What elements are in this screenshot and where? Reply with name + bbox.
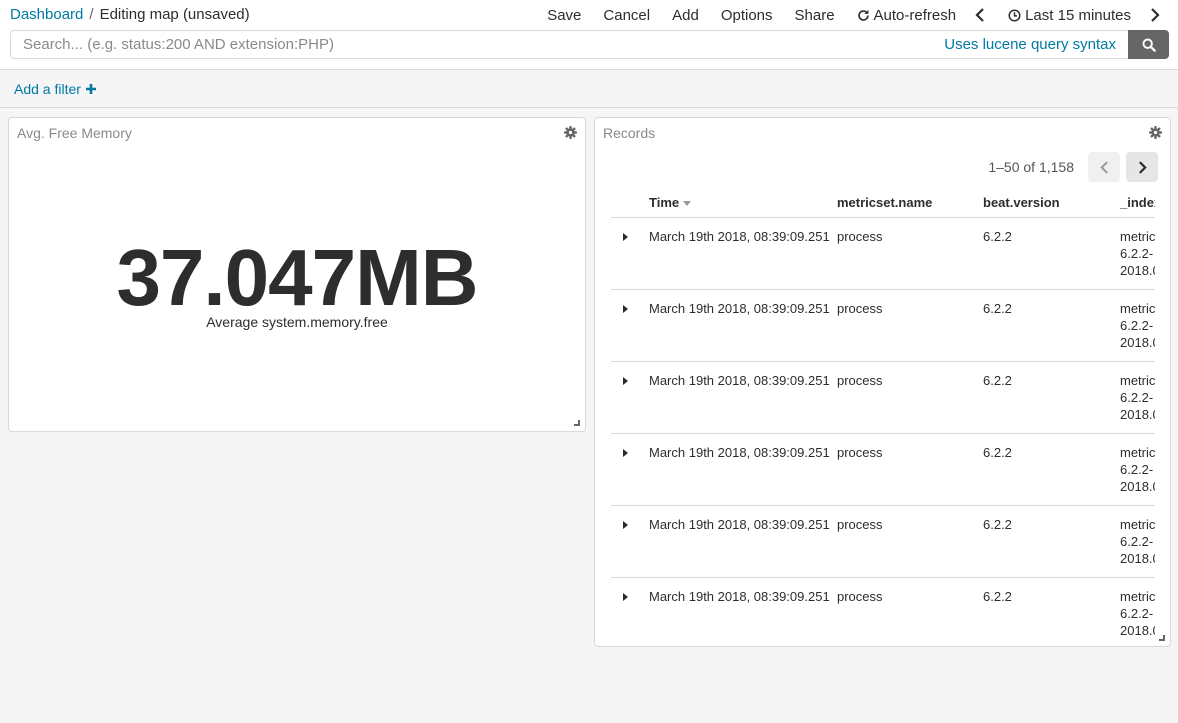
auto-refresh-label: Auto-refresh [873, 6, 957, 24]
time-back-button[interactable] [967, 8, 997, 22]
pagination: 1–50 of 1,158 [988, 152, 1158, 182]
add-filter-label: Add a filter [14, 81, 81, 97]
cell-time: March 19th 2018, 08:39:09.251 [649, 588, 830, 604]
column-header-index[interactable]: _index [1120, 188, 1155, 218]
cell-index: metric6.2.2-2018.0 [1120, 588, 1155, 638]
cell-index: metric6.2.2-2018.0 [1120, 361, 1155, 434]
records-panel-title: Records [603, 125, 656, 141]
breadcrumb: Dashboard / Editing map (unsaved) [10, 6, 250, 23]
chevron-right-icon [1138, 160, 1147, 174]
cell-index: metric6.2.2-2018.0 [1120, 289, 1155, 362]
expand-column-header [611, 188, 649, 218]
gear-icon[interactable] [564, 126, 577, 139]
table-row: March 19th 2018, 08:39:09.251 process 6.… [611, 361, 1155, 434]
lucene-syntax-link[interactable]: Uses lucene query syntax [944, 36, 1116, 53]
clock-icon [1008, 8, 1021, 22]
top-nav-bar: Dashboard / Editing map (unsaved) Save Can… [0, 0, 1178, 30]
caret-right-icon[interactable] [623, 520, 628, 529]
cancel-button[interactable]: Cancel [592, 7, 661, 24]
add-filter-button[interactable]: Add a filter [14, 81, 96, 97]
plus-icon [85, 84, 96, 94]
cell-beat-version: 6.2.2 [983, 588, 1012, 604]
caret-right-icon[interactable] [623, 232, 628, 241]
table-row: March 19th 2018, 08:39:09.251 process 6.… [611, 433, 1155, 506]
time-forward-button[interactable] [1142, 8, 1172, 22]
previous-page-button[interactable] [1088, 152, 1120, 182]
resize-handle-icon[interactable] [574, 420, 580, 426]
top-menu: Save Cancel Add Options Share Auto-refre… [536, 0, 1172, 30]
table-row: March 19th 2018, 08:39:09.251 process 6.… [611, 289, 1155, 362]
sort-down-icon[interactable] [683, 200, 692, 206]
records-panel: Records 1–50 of 1,158 Time metricset.nam… [594, 117, 1171, 647]
table-row: March 19th 2018, 08:39:09.251 process 6.… [611, 577, 1155, 638]
cell-beat-version: 6.2.2 [983, 433, 1120, 506]
cell-index: metric6.2.2-2018.0 [1120, 433, 1155, 506]
cell-index: metric6.2.2-2018.0 [1120, 505, 1155, 578]
cell-time: March 19th 2018, 08:39:09.251 [649, 217, 837, 290]
pagination-text: 1–50 of 1,158 [988, 159, 1074, 175]
query-bar: Uses lucene query syntax [0, 30, 1178, 70]
metric-label: Average system.memory.free [206, 314, 388, 330]
cell-time: March 19th 2018, 08:39:09.251 [649, 433, 837, 506]
table-row: March 19th 2018, 08:39:09.251 process 6.… [611, 505, 1155, 578]
cell-time: March 19th 2018, 08:39:09.251 [649, 289, 837, 362]
chevron-left-icon [1099, 160, 1108, 174]
chevron-right-icon [1151, 8, 1160, 22]
time-range-label: Last 15 minutes [1025, 6, 1131, 24]
metric-panel-title: Avg. Free Memory [17, 125, 132, 141]
table-row: March 19th 2018, 08:39:09.251 process 6.… [611, 217, 1155, 290]
search-icon [1142, 38, 1156, 52]
chevron-left-icon [975, 8, 984, 22]
gear-icon[interactable] [1149, 126, 1162, 139]
column-header-time[interactable]: Time [649, 188, 837, 218]
cell-metricset-name: process [837, 505, 983, 578]
records-table: Time metricset.name beat.version _index … [611, 188, 1155, 638]
breadcrumb-current-page: Editing map (unsaved) [99, 6, 250, 23]
cell-beat-version: 6.2.2 [983, 217, 1120, 290]
table-header-row: Time metricset.name beat.version _index [611, 188, 1155, 218]
cell-time: March 19th 2018, 08:39:09.251 [649, 361, 837, 434]
caret-right-icon[interactable] [623, 376, 628, 385]
column-header-metricset-name[interactable]: metricset.name [837, 188, 983, 218]
caret-right-icon[interactable] [623, 448, 628, 457]
column-header-beat-version[interactable]: beat.version [983, 188, 1120, 218]
cell-beat-version: 6.2.2 [983, 505, 1120, 578]
cell-metricset-name: process [837, 361, 983, 434]
cell-beat-version: 6.2.2 [983, 289, 1120, 362]
filter-bar: Add a filter [0, 71, 1178, 108]
records-table-container: Time metricset.name beat.version _index … [611, 188, 1155, 638]
cell-beat-version: 6.2.2 [983, 361, 1120, 434]
metric-panel: Avg. Free Memory 37.047MB Average system… [8, 117, 586, 432]
share-button[interactable]: Share [784, 7, 846, 24]
refresh-icon [857, 9, 869, 21]
cell-metricset-name: process [837, 289, 983, 362]
metric-value: 37.047MB [116, 233, 478, 322]
cell-metricset-name: process [837, 588, 883, 604]
next-page-button[interactable] [1126, 152, 1158, 182]
options-button[interactable]: Options [710, 7, 784, 24]
cell-index: metric6.2.2-2018.0 [1120, 217, 1155, 290]
search-button[interactable] [1128, 30, 1169, 59]
auto-refresh-button[interactable]: Auto-refresh [846, 7, 968, 24]
caret-right-icon[interactable] [623, 304, 628, 313]
save-button[interactable]: Save [536, 7, 592, 24]
breadcrumb-dashboard-link[interactable]: Dashboard [10, 6, 83, 23]
cell-metricset-name: process [837, 217, 983, 290]
add-button[interactable]: Add [661, 7, 710, 24]
time-picker-button[interactable]: Last 15 minutes [997, 7, 1142, 24]
cell-time: March 19th 2018, 08:39:09.251 [649, 505, 837, 578]
cell-metricset-name: process [837, 433, 983, 506]
caret-right-icon[interactable] [623, 592, 628, 601]
breadcrumb-separator: / [89, 6, 94, 23]
resize-handle-icon[interactable] [1159, 635, 1165, 641]
